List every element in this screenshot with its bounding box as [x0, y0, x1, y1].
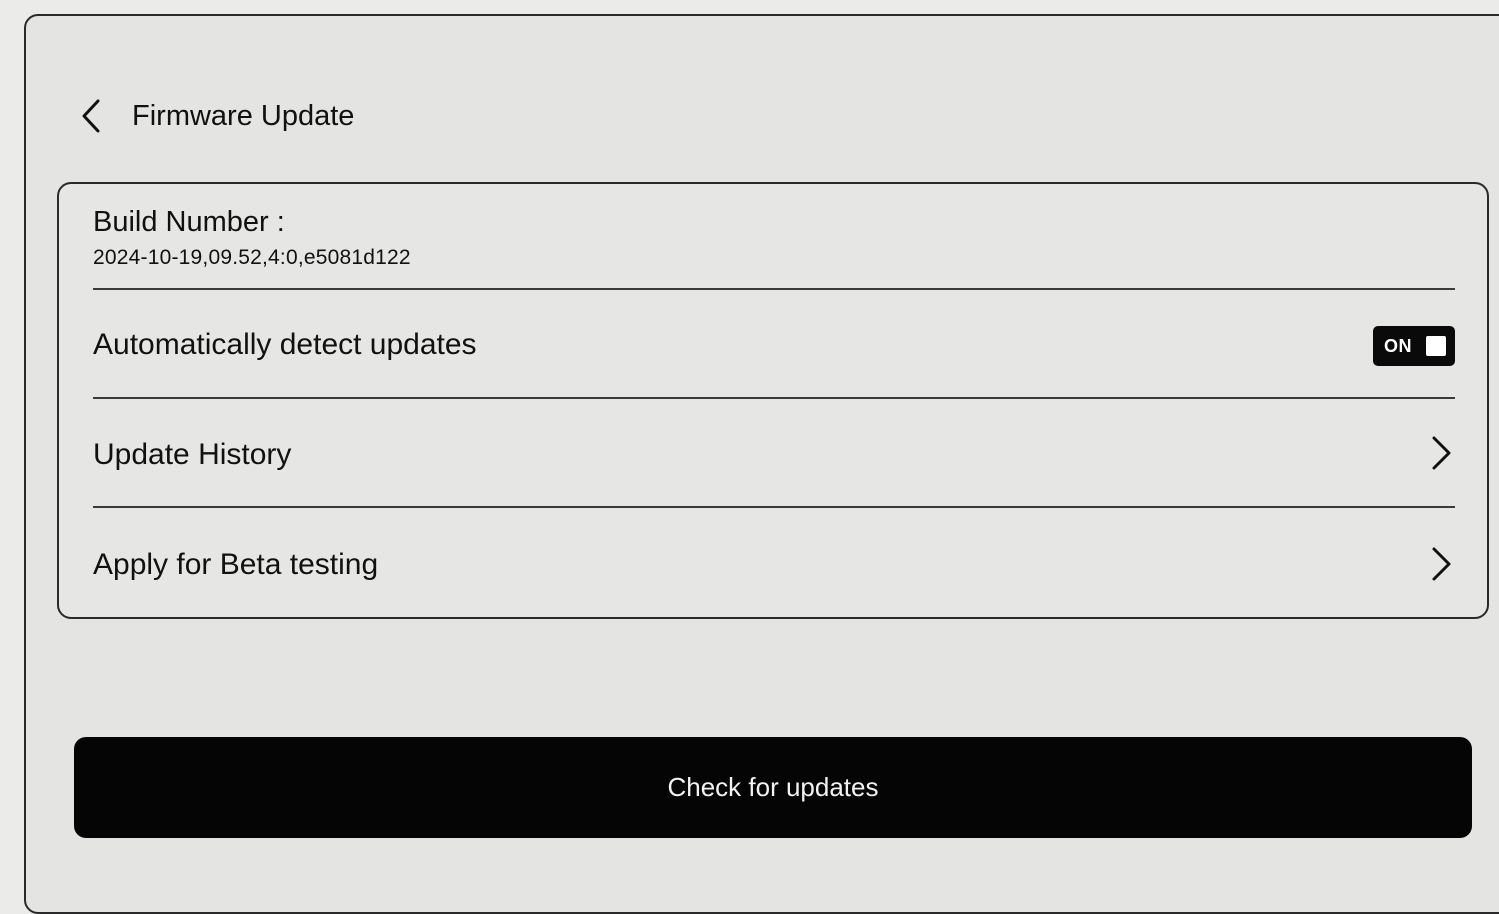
build-number-value: 2024-10-19,09.52,4:0,e5081d122	[93, 246, 411, 269]
chevron-right-icon	[1432, 436, 1451, 470]
update-history-label: Update History	[93, 438, 292, 471]
build-number-row: Build Number : 2024-10-19,09.52,4:0,e508…	[93, 184, 1455, 288]
chevron-right-icon	[1432, 547, 1451, 581]
check-for-updates-label: Check for updates	[667, 772, 879, 802]
auto-detect-toggle[interactable]: ON	[1373, 326, 1455, 366]
page-title: Firmware Update	[132, 99, 355, 132]
settings-card: Build Number : 2024-10-19,09.52,4:0,e508…	[57, 182, 1489, 619]
auto-detect-label: Automatically detect updates	[93, 328, 477, 361]
beta-testing-row[interactable]: Apply for Beta testing	[93, 508, 1455, 616]
update-history-row[interactable]: Update History	[93, 399, 1455, 507]
page-header: Firmware Update	[76, 94, 354, 138]
chevron-left-icon	[82, 99, 100, 133]
build-number-label: Build Number :	[93, 206, 285, 238]
toggle-state-text: ON	[1384, 335, 1412, 356]
beta-testing-label: Apply for Beta testing	[93, 548, 379, 581]
check-for-updates-button[interactable]: Check for updates	[74, 737, 1472, 838]
back-button[interactable]	[76, 96, 106, 136]
toggle-knob	[1426, 336, 1446, 356]
auto-detect-row[interactable]: Automatically detect updates ON	[93, 290, 1455, 398]
